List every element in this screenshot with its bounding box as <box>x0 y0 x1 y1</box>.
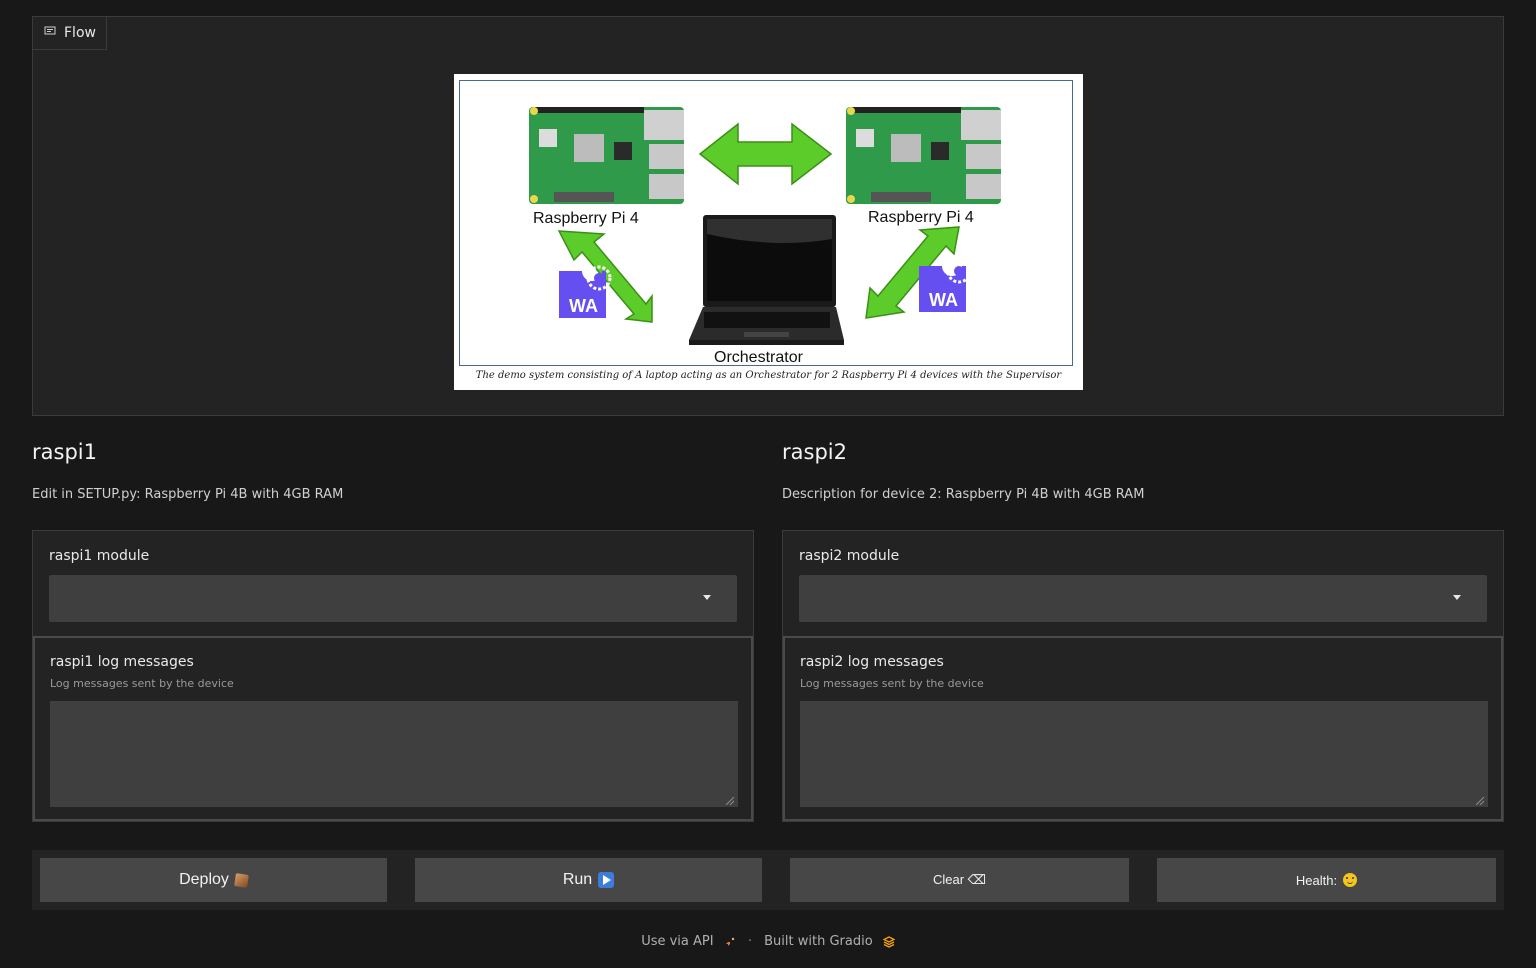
log-messages-box: raspi1 log messages Log messages sent by… <box>33 636 753 821</box>
log-messages-info: Log messages sent by the device <box>50 677 234 690</box>
laptop-icon <box>689 215 844 345</box>
raspberry-pi-board-right <box>846 107 1001 204</box>
use-via-api-link[interactable]: Use via API <box>641 934 713 949</box>
log-messages-textarea[interactable] <box>800 701 1488 807</box>
rocket-icon <box>718 934 740 949</box>
health-button[interactable]: Health: <box>1157 858 1496 902</box>
device-panel-raspi1: raspi1 module raspi1 log messages Log me… <box>32 530 754 822</box>
footer: Use via API · Built with Gradio <box>0 934 1536 949</box>
device-header-raspi2: raspi2 Description for device 2: Raspber… <box>782 440 1504 502</box>
run-button-label: Run <box>562 871 593 888</box>
clear-button-label: Clear ⌫ <box>932 872 987 887</box>
health-button-label: Health: <box>1295 872 1338 888</box>
device-title: raspi2 <box>782 440 847 464</box>
image-icon <box>44 25 56 41</box>
diagram-caption: The demo system consisting of A laptop a… <box>475 370 1062 381</box>
svg-text:WA: WA <box>929 290 958 310</box>
image-block: Flow Raspberry Pi 4 Raspberry Pi 4 WA WA… <box>32 16 1504 416</box>
raspberry-pi-board-left <box>529 107 684 204</box>
deploy-button-label: Deploy <box>179 871 229 888</box>
device-description: Description for device 2: Raspberry Pi 4… <box>782 487 1145 502</box>
device-header-raspi1: raspi1 Edit in SETUP.py: Raspberry Pi 4B… <box>32 440 754 502</box>
module-dropdown[interactable] <box>49 575 737 622</box>
play-icon <box>598 872 615 888</box>
gradio-logo-icon <box>877 934 895 949</box>
chevron-down-icon[interactable] <box>703 595 711 600</box>
package-icon <box>234 872 249 888</box>
device-title: raspi1 <box>32 440 97 464</box>
run-button[interactable]: Run <box>415 858 762 902</box>
smiley-face-icon <box>1343 873 1358 887</box>
device-description: Edit in SETUP.py: Raspberry Pi 4B with 4… <box>32 487 344 502</box>
wasm-badge-left: WA <box>559 265 612 318</box>
module-dropdown[interactable] <box>799 575 1487 622</box>
image-block-label: Flow <box>33 17 107 50</box>
log-messages-textarea[interactable] <box>50 701 738 807</box>
svg-text:WA: WA <box>569 296 598 316</box>
action-button-row: Deploy Run Clear ⌫ Health: <box>32 850 1504 910</box>
module-dropdown-label: raspi1 module <box>49 548 150 564</box>
resize-handle-icon[interactable] <box>726 797 734 805</box>
device-panel-raspi2: raspi2 module raspi2 log messages Log me… <box>782 530 1504 822</box>
wasm-badge-right: WA <box>919 258 972 312</box>
resize-handle-icon[interactable] <box>1476 797 1484 805</box>
module-dropdown-label: raspi2 module <box>799 548 900 564</box>
log-messages-label: raspi2 log messages <box>800 654 944 670</box>
log-messages-info: Log messages sent by the device <box>800 677 984 690</box>
clear-button[interactable]: Clear ⌫ <box>790 858 1129 902</box>
log-messages-box: raspi2 log messages Log messages sent by… <box>783 636 1503 821</box>
image-block-label-text: Flow <box>64 25 96 41</box>
system-diagram-image: Raspberry Pi 4 Raspberry Pi 4 WA WA Orch… <box>454 74 1083 390</box>
footer-separator: · <box>747 934 752 949</box>
left-device-label: Raspberry Pi 4 <box>533 210 639 227</box>
double-arrow-icon <box>698 122 833 186</box>
right-device-label: Raspberry Pi 4 <box>868 209 974 226</box>
chevron-down-icon[interactable] <box>1453 595 1461 600</box>
built-with-gradio-link[interactable]: Built with Gradio <box>764 934 873 949</box>
orchestrator-label: Orchestrator <box>714 349 804 366</box>
deploy-button[interactable]: Deploy <box>40 858 387 902</box>
log-messages-label: raspi1 log messages <box>50 654 194 670</box>
